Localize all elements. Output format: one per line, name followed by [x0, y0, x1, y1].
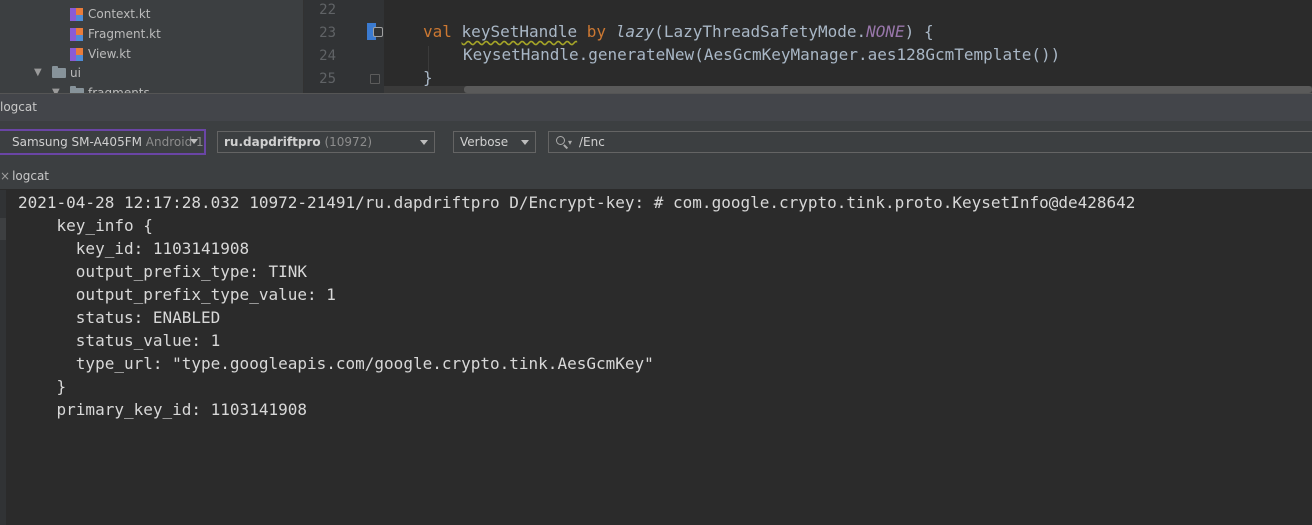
tree-item-fragment-kt[interactable]: Fragment.kt	[70, 24, 161, 44]
code-line-25[interactable]: }	[423, 68, 433, 87]
log-line[interactable]: status: ENABLED	[18, 306, 221, 329]
tree-scrollbar[interactable]	[254, 0, 260, 93]
expand-arrow-icon[interactable]: ▼	[34, 63, 42, 83]
tree-item-view-kt[interactable]: View.kt	[70, 44, 131, 64]
log-output[interactable]: 2021-04-28 12:17:28.032 10972-21491/ru.d…	[0, 190, 1312, 525]
keyword: val	[423, 22, 452, 41]
line-number: 23	[319, 25, 336, 41]
logcat-tab-strip: × logcat	[0, 165, 1312, 190]
log-line[interactable]: }	[18, 375, 67, 398]
logcat-titlebar: logcat	[0, 93, 1312, 121]
device-dropdown[interactable]: Samsung SM-A405FM Android 1	[0, 129, 206, 155]
log-line[interactable]: primary_key_id: 1103141908	[18, 398, 307, 421]
kotlin-file-icon	[70, 8, 83, 21]
logcat-search-input[interactable]: /Enc	[548, 131, 1312, 153]
kotlin-file-icon	[70, 28, 83, 41]
code-text: ) {	[904, 22, 934, 41]
search-icon[interactable]	[556, 136, 569, 149]
expand-arrow-icon[interactable]: ▼	[52, 83, 60, 93]
process-name: ru.dapdriftpro	[224, 135, 321, 149]
chevron-down-icon	[420, 140, 428, 145]
log-line[interactable]: key_info {	[18, 214, 153, 237]
fold-icon[interactable]	[370, 74, 380, 84]
chevron-down-icon	[190, 139, 198, 144]
log-gutter	[0, 190, 6, 525]
log-level-value: Verbose	[460, 135, 509, 149]
panel-title: logcat	[0, 100, 37, 114]
chevron-down-icon	[521, 140, 529, 145]
close-icon[interactable]: ×	[0, 169, 10, 183]
horizontal-scrollbar[interactable]	[384, 86, 1312, 93]
process-dropdown[interactable]: ru.dapdriftpro (10972)	[217, 131, 435, 153]
tree-item-fragments[interactable]: ▼ fragments	[52, 83, 150, 93]
constant: NONE	[866, 22, 905, 41]
log-gutter-selection	[0, 218, 6, 240]
tab-label: logcat	[12, 169, 50, 183]
keyword: by	[586, 22, 607, 41]
code-text: (LazyThreadSafetyMode.	[654, 22, 867, 41]
function-name: lazy	[615, 22, 655, 41]
log-line[interactable]: output_prefix_type_value: 1	[18, 283, 336, 306]
process-pid: (10972)	[324, 135, 373, 149]
project-tree: Context.kt Fragment.kt View.kt ▼ ui ▼ fr…	[0, 0, 303, 93]
search-value: /Enc	[579, 135, 605, 149]
log-line[interactable]: 2021-04-28 12:17:28.032 10972-21491/ru.d…	[18, 191, 1135, 214]
identifier: keySetHandle	[461, 22, 578, 41]
code-editor[interactable]: 22 23 24 25 val keySetHandle by lazy(Laz…	[304, 0, 1312, 93]
line-number: 25	[319, 71, 336, 87]
folder-icon	[52, 66, 66, 78]
logcat-toolbar: Samsung SM-A405FM Android 1 ru.dapdriftp…	[0, 121, 1312, 165]
log-line[interactable]: output_prefix_type: TINK	[18, 260, 307, 283]
code-line-24[interactable]: KeysetHandle.generateNew(AesGcmKeyManage…	[463, 45, 1060, 64]
tree-item-ui[interactable]: ▼ ui	[34, 63, 81, 83]
code-line-23[interactable]: val keySetHandle by lazy(LazyThreadSafet…	[423, 22, 934, 41]
log-line[interactable]: type_url: "type.googleapis.com/google.cr…	[18, 352, 654, 375]
line-gutter: 22 23 24 25	[304, 0, 384, 93]
tab-logcat[interactable]: × logcat	[0, 169, 49, 183]
device-name: Samsung SM-A405FM	[12, 135, 142, 149]
tree-item-label: Fragment.kt	[88, 27, 161, 41]
log-line[interactable]: key_id: 1103141908	[18, 237, 249, 260]
scrollbar-thumb[interactable]	[464, 86, 1312, 93]
search-history-chevron-icon[interactable]: ▾	[568, 138, 572, 147]
log-line[interactable]: status_value: 1	[18, 329, 221, 352]
log-level-dropdown[interactable]: Verbose	[453, 131, 536, 153]
kotlin-file-icon	[70, 48, 83, 61]
line-number: 22	[319, 2, 336, 18]
line-number: 24	[319, 48, 336, 64]
tree-item-context-kt[interactable]: Context.kt	[70, 4, 150, 24]
implementation-marker-icon[interactable]	[373, 27, 383, 37]
tree-item-label: fragments	[88, 86, 150, 93]
